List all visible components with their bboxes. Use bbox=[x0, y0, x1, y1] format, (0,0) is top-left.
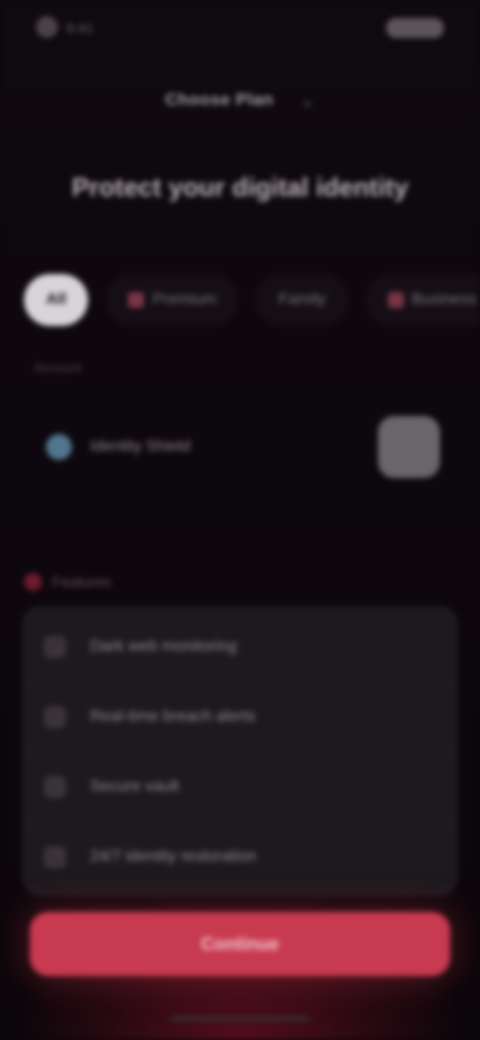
account-row-label: Identity Shield bbox=[90, 438, 191, 455]
shield-icon bbox=[46, 434, 72, 460]
list-item-label: Secure vault bbox=[90, 778, 179, 795]
chip-label: Business bbox=[411, 291, 477, 308]
features-header: Features bbox=[24, 562, 456, 602]
account-caption: Account bbox=[34, 360, 81, 375]
lock-icon bbox=[44, 776, 66, 798]
chip-label: Family bbox=[278, 291, 326, 308]
list-item-label: 24/7 identity restoration bbox=[90, 848, 257, 865]
chip-label: Premium bbox=[152, 291, 217, 308]
app-screen: 9:41 Choose Plan ⌄ Protect your digital … bbox=[0, 0, 480, 1040]
features-list: Dark web monitoring Real-time breach ale… bbox=[22, 606, 458, 896]
alert-icon bbox=[24, 573, 42, 591]
chip-label: All bbox=[46, 291, 67, 308]
status-bar: 9:41 bbox=[0, 0, 480, 56]
list-item-label: Dark web monitoring bbox=[90, 638, 237, 655]
account-row[interactable]: Identity Shield bbox=[26, 402, 454, 492]
list-item[interactable]: Dark web monitoring bbox=[22, 612, 458, 683]
battery-icon bbox=[386, 18, 444, 38]
features-title: Features bbox=[52, 573, 112, 591]
briefcase-icon bbox=[387, 292, 404, 308]
header[interactable]: Choose Plan ⌄ bbox=[0, 82, 480, 118]
support-icon bbox=[44, 846, 66, 868]
chevron-down-icon[interactable]: ⌄ bbox=[300, 90, 315, 111]
chip-family[interactable]: Family bbox=[256, 274, 347, 326]
eye-icon bbox=[44, 636, 66, 658]
home-indicator[interactable] bbox=[170, 1016, 310, 1021]
crown-icon bbox=[128, 292, 145, 308]
list-item-label: Real-time breach alerts bbox=[90, 708, 256, 725]
page-title: Choose Plan bbox=[165, 90, 274, 109]
chip-business[interactable]: Business bbox=[366, 274, 480, 326]
headline: Protect your digital identity bbox=[71, 172, 409, 202]
continue-button[interactable]: Continue bbox=[30, 912, 450, 976]
chip-premium[interactable]: Premium bbox=[106, 274, 238, 326]
status-time: 9:41 bbox=[66, 20, 94, 36]
app-avatar-icon bbox=[36, 16, 58, 38]
list-item[interactable]: Secure vault bbox=[22, 752, 458, 823]
list-item[interactable]: 24/7 identity restoration bbox=[22, 822, 458, 892]
chip-all[interactable]: All bbox=[24, 274, 89, 326]
plan-filter-chips: All Premium Family Business bbox=[24, 270, 480, 330]
toggle-icon[interactable] bbox=[378, 416, 440, 478]
list-item[interactable]: Real-time breach alerts bbox=[22, 682, 458, 753]
bell-icon bbox=[44, 706, 66, 728]
